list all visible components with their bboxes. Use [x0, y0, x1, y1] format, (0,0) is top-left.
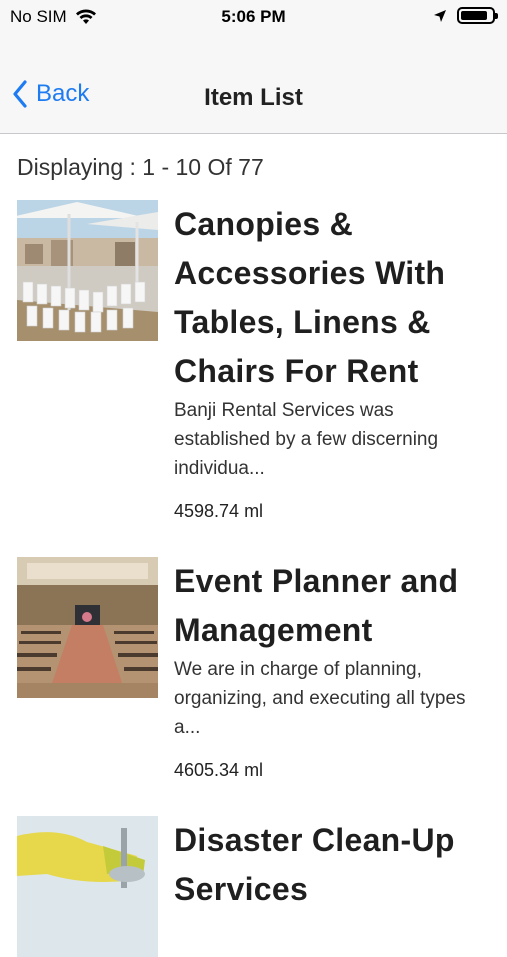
display-count: Displaying : 1 - 10 Of 77 — [17, 154, 264, 180]
status-bar: No SIM 5:06 PM — [0, 0, 507, 34]
page-title: Item List — [204, 84, 303, 111]
battery-fill — [461, 11, 487, 20]
canopies-rooftop-photo — [17, 200, 158, 341]
item-price: 4605.34 ml — [174, 760, 264, 780]
navigation-bar: Back Item List — [0, 34, 507, 134]
item-title: Disaster Clean-Up Services — [174, 822, 455, 907]
status-right — [433, 7, 498, 24]
item-text: Event Planner and Management We are in c… — [174, 557, 494, 781]
item-description: Banji Rental Services was established by… — [174, 400, 439, 479]
status-time: 5:06 PM — [221, 7, 286, 26]
item-title: Canopies & Accessories With Tables, Line… — [174, 206, 446, 389]
location-arrow-icon — [434, 9, 446, 22]
item-description: We are in charge of planning, organizing… — [174, 659, 466, 738]
item-title: Event Planner and Management — [174, 563, 459, 648]
cleaning-glove-photo — [17, 816, 158, 957]
battery-icon — [457, 7, 498, 24]
item-price: 4598.74 ml — [174, 501, 264, 521]
item-text: Canopies & Accessories With Tables, Line… — [174, 200, 494, 522]
ballroom-event-photo — [17, 557, 158, 698]
item-text: Disaster Clean-Up Services — [174, 816, 494, 914]
